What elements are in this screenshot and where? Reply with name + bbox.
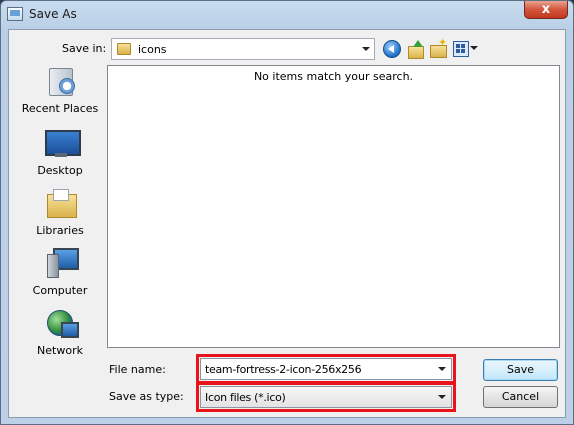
close-button[interactable]: x (524, 1, 568, 19)
folder-icon (117, 43, 131, 55)
place-label: Computer (32, 284, 88, 297)
dialog-body: Save in: icons Recent Places Desktop Lib… (8, 29, 566, 418)
save-in-label: Save in: (62, 42, 107, 55)
window-title: Save As (29, 7, 77, 21)
chevron-down-icon (438, 395, 446, 399)
save-as-type-value: Icon files (*.ico) (205, 391, 286, 404)
save-button[interactable]: Save (483, 359, 558, 381)
new-folder-icon[interactable] (429, 36, 447, 58)
place-label: Recent Places (21, 102, 99, 115)
back-icon[interactable] (383, 40, 401, 58)
network-icon (45, 308, 79, 338)
save-in-value: icons (138, 43, 167, 56)
places-bar: Recent Places Desktop Libraries Computer… (15, 66, 105, 366)
save-as-type-label: Save as type: (109, 390, 184, 403)
desktop-icon (45, 128, 81, 158)
computer-icon (45, 248, 79, 278)
place-label: Desktop (37, 164, 83, 177)
place-desktop[interactable]: Desktop (15, 128, 105, 186)
cancel-button[interactable]: Cancel (483, 386, 558, 408)
window-icon (7, 7, 23, 21)
chevron-down-icon[interactable] (438, 367, 446, 371)
libraries-icon (45, 188, 77, 218)
up-folder-icon[interactable] (406, 40, 424, 59)
save-as-dialog: Save As x Save in: icons Recent Places D… (0, 0, 574, 425)
chevron-down-icon (362, 47, 370, 51)
view-menu-icon[interactable] (453, 40, 479, 58)
empty-message: No items match your search. (253, 70, 414, 83)
place-computer[interactable]: Computer (15, 248, 105, 306)
place-label: Libraries (36, 224, 84, 237)
file-name-field[interactable]: team-fortress-2-icon-256x256 (196, 354, 456, 384)
file-name-value: team-fortress-2-icon-256x256 (205, 363, 362, 376)
recent-places-icon (45, 66, 77, 96)
place-libraries[interactable]: Libraries (15, 188, 105, 246)
save-in-dropdown[interactable]: icons (111, 38, 375, 60)
save-as-type-select[interactable]: Icon files (*.ico) (196, 382, 456, 412)
place-network[interactable]: Network (15, 308, 105, 366)
place-recent-places[interactable]: Recent Places (15, 66, 105, 124)
place-label: Network (37, 344, 83, 357)
file-list[interactable]: No items match your search. (107, 65, 560, 348)
file-name-label: File name: (109, 363, 166, 376)
title-bar[interactable]: Save As x (1, 1, 573, 29)
